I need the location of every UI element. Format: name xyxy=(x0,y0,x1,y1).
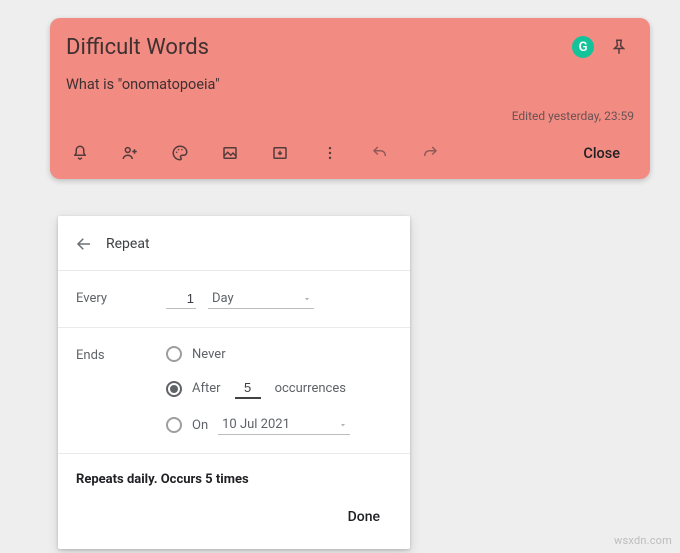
bell-icon xyxy=(71,144,89,162)
note-title[interactable]: Difficult Words xyxy=(66,35,572,60)
pin-icon xyxy=(610,38,628,56)
done-button[interactable]: Done xyxy=(334,501,394,533)
every-row: Every Day xyxy=(58,271,410,328)
note-edited-label: Edited yesterday, 23:59 xyxy=(50,103,650,131)
repeat-popup: Repeat Every Day Ends Never After occurr… xyxy=(58,216,410,549)
color-button[interactable] xyxy=(160,135,200,171)
ends-after-option[interactable]: After occurrences xyxy=(166,378,392,399)
grammarly-badge[interactable]: G xyxy=(572,36,594,58)
note-card: Difficult Words G What is "onomatopoeia"… xyxy=(50,18,650,179)
radio-icon xyxy=(166,417,182,433)
image-icon xyxy=(221,144,239,162)
caret-down-icon xyxy=(302,294,312,304)
remind-me-button[interactable] xyxy=(60,135,100,171)
undo-icon xyxy=(371,144,389,162)
person-add-icon xyxy=(121,144,139,162)
ends-on-label: On xyxy=(192,418,208,433)
ends-on-option[interactable]: On 10 Jul 2021 xyxy=(166,415,392,435)
ends-row: Ends Never After occurrences On 10 Jul 2… xyxy=(58,328,410,454)
every-label: Every xyxy=(76,289,166,306)
radio-icon xyxy=(166,381,182,397)
watermark: wsxdn.com xyxy=(614,534,672,547)
popup-header: Repeat xyxy=(58,216,410,271)
ends-after-suffix: occurrences xyxy=(275,381,346,396)
ends-after-prefix: After xyxy=(192,381,221,396)
ends-never-label: Never xyxy=(192,347,226,362)
more-vert-icon xyxy=(321,144,339,162)
undo-button[interactable] xyxy=(360,135,400,171)
note-header: Difficult Words G xyxy=(50,18,650,68)
pin-button[interactable] xyxy=(604,32,634,62)
popup-title: Repeat xyxy=(106,236,150,252)
repeat-summary: Repeats daily. Occurs 5 times xyxy=(58,454,410,501)
collaborator-button[interactable] xyxy=(110,135,150,171)
archive-icon xyxy=(271,144,289,162)
ends-never-option[interactable]: Never xyxy=(166,346,392,362)
ends-label: Ends xyxy=(76,346,166,363)
every-unit-select[interactable]: Day xyxy=(208,289,314,309)
more-button[interactable] xyxy=(310,135,350,171)
arrow-left-icon xyxy=(75,235,93,253)
close-button[interactable]: Close xyxy=(563,137,640,170)
occurrences-input[interactable] xyxy=(235,378,261,399)
palette-icon xyxy=(171,144,189,162)
ends-on-date-select[interactable]: 10 Jul 2021 xyxy=(218,415,350,435)
popup-actions: Done xyxy=(58,501,410,549)
radio-icon xyxy=(166,346,182,362)
add-image-button[interactable] xyxy=(210,135,250,171)
redo-button[interactable] xyxy=(410,135,450,171)
every-unit-value: Day xyxy=(212,291,234,306)
every-value-input[interactable] xyxy=(166,289,196,309)
redo-icon xyxy=(421,144,439,162)
note-body[interactable]: What is "onomatopoeia" xyxy=(50,68,650,103)
caret-down-icon xyxy=(338,420,348,430)
back-button[interactable] xyxy=(70,230,98,258)
archive-button[interactable] xyxy=(260,135,300,171)
note-toolbar: Close xyxy=(50,131,650,179)
ends-on-date-value: 10 Jul 2021 xyxy=(222,417,290,432)
